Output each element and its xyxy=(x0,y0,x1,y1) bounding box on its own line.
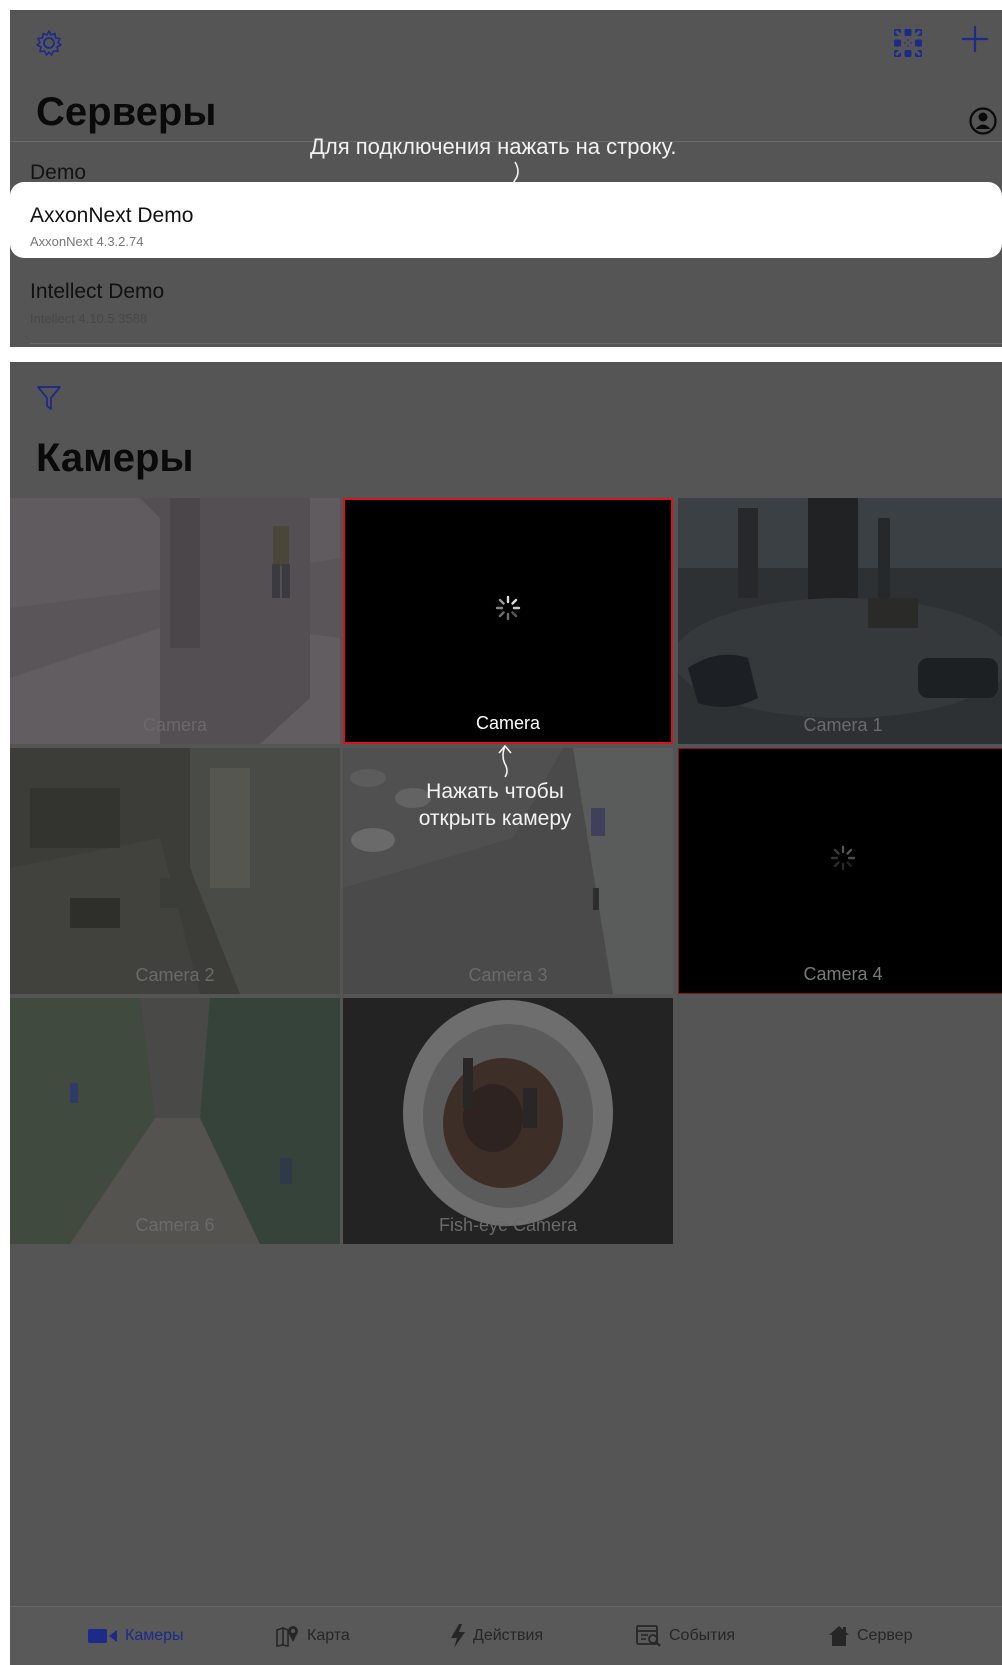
tap-hint: Нажать чтобы открыть камеру xyxy=(395,778,595,832)
tab-server[interactable]: Сервер xyxy=(828,1623,912,1649)
camera-tile[interactable]: Camera 4 xyxy=(678,748,1002,994)
camera-tile[interactable]: Fish-eye Camera xyxy=(343,998,673,1244)
server-row-axxonnext[interactable]: AxxonNext Demo AxxonNext 4.3.2.74 xyxy=(10,182,1002,258)
events-icon xyxy=(636,1625,661,1647)
hint-line: Нажать чтобы xyxy=(426,780,564,803)
server-name: AxxonNext Demo xyxy=(30,204,194,227)
camera-label: Camera xyxy=(475,713,541,733)
map-icon xyxy=(276,1626,298,1647)
plus-icon[interactable] xyxy=(960,24,990,54)
tab-map[interactable]: Карта xyxy=(276,1623,350,1649)
page-title: Серверы xyxy=(36,90,217,134)
tab-label: События xyxy=(669,1627,736,1644)
camera-preview xyxy=(10,748,340,994)
server-row-intellect[interactable]: Intellect Demo Intellect 4.10.5.3588 xyxy=(10,262,1002,338)
tab-cameras[interactable]: Камеры xyxy=(88,1623,184,1649)
camera-preview xyxy=(678,498,1002,744)
camera-tile[interactable]: Camera 2 xyxy=(10,748,340,994)
camera-preview xyxy=(10,998,340,1244)
tab-bar: Камеры Карта Действия События Сервер xyxy=(10,1606,1002,1665)
camera-label: Camera 6 xyxy=(135,1215,215,1235)
camera-tile-selected[interactable]: Camera xyxy=(343,498,673,744)
home-icon xyxy=(829,1626,849,1646)
dialpad-icon[interactable] xyxy=(892,27,924,59)
divider xyxy=(30,343,1002,344)
page-title: Камеры xyxy=(36,436,194,480)
camera-tile[interactable]: Camera 1 xyxy=(678,498,1002,744)
camera-preview xyxy=(10,498,340,744)
camera-label: Camera 3 xyxy=(468,965,548,985)
tap-hint: Для подключения нажать на строку. xyxy=(310,134,677,159)
lightning-icon xyxy=(451,1624,465,1648)
filter-icon[interactable] xyxy=(36,384,62,412)
spinner-icon xyxy=(830,845,856,871)
tab-label: Сервер xyxy=(857,1627,913,1644)
camera-preview xyxy=(343,998,673,1244)
camera-label: Camera 4 xyxy=(803,964,883,984)
camera-tile[interactable]: Camera 6 xyxy=(10,998,340,1244)
server-version: AxxonNext 4.3.2.74 xyxy=(30,234,144,249)
tab-label: Действия xyxy=(473,1627,544,1644)
tab-label: Карта xyxy=(307,1627,350,1644)
hint-line: открыть камеру xyxy=(418,807,572,830)
spinner-icon xyxy=(495,595,521,621)
server-version: Intellect 4.10.5.3588 xyxy=(30,311,148,326)
tab-label: Камеры xyxy=(125,1627,184,1644)
cameras-screen: Камеры Camera Camera Camera 1 Camera 2 C… xyxy=(10,362,1002,1665)
camera-tile[interactable]: Camera xyxy=(10,498,340,744)
tab-actions[interactable]: Действия xyxy=(450,1623,543,1649)
camera-label: Camera 2 xyxy=(135,965,215,985)
gear-icon[interactable] xyxy=(34,28,64,58)
tab-events[interactable]: События xyxy=(636,1623,735,1649)
servers-screen: Серверы Demo Для подключения нажать на с… xyxy=(10,10,1002,347)
camera-label: Fish-eye Camera xyxy=(438,1215,578,1235)
camera-label: Camera xyxy=(142,715,208,735)
servers-top-bar xyxy=(10,10,1002,70)
arrow-up-icon xyxy=(498,744,512,778)
video-camera-icon xyxy=(88,1629,117,1643)
server-name: Intellect Demo xyxy=(30,280,165,303)
camera-label: Camera 1 xyxy=(803,715,883,735)
account-icon[interactable] xyxy=(968,106,998,136)
